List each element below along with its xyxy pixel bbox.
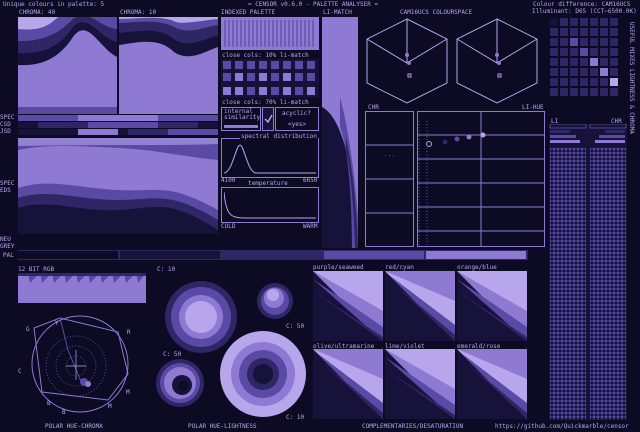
- unique-colours-label: Unique colours in palette: 5: [3, 1, 105, 8]
- warm-label: WARM: [303, 223, 318, 230]
- pal-swatch-4: [324, 251, 424, 259]
- jsd-label: JSD: [0, 128, 11, 135]
- chr-li-hue-plot: [365, 111, 545, 247]
- li-match-plot: [322, 17, 358, 248]
- polar-letter-m2: M: [108, 403, 112, 410]
- check-icon: [262, 107, 274, 131]
- polar-letter-r: R: [127, 329, 131, 336]
- pal-swatch-5: [426, 251, 526, 259]
- colourspace-cubes: [366, 18, 538, 104]
- illuminant-label: Illuminant: D65 (CCT~6500.0K): [532, 8, 637, 15]
- temperature-label: temperature: [248, 180, 288, 187]
- cold-label: COLD: [221, 223, 236, 230]
- eds-label: EDS: [0, 187, 11, 194]
- comp-label-3: orange/blue: [457, 264, 497, 271]
- close-cols-70-strip: [221, 84, 319, 98]
- cycle-answer: <yes>: [288, 121, 307, 128]
- disc-c50-b: [156, 359, 204, 407]
- disc-c50-a: [257, 283, 293, 319]
- c50-label-b: C: 50: [163, 351, 182, 358]
- temperature-box: [221, 187, 319, 223]
- internal-similarity-label: internal similarity: [224, 108, 261, 121]
- complementaries-label: COMPLEMENTARIES/DESATURATION: [362, 423, 464, 430]
- chroma-10-plot: [119, 17, 218, 114]
- spec-eds-plot: [18, 138, 218, 234]
- li-hue-label: LI-HUE: [522, 104, 544, 111]
- pal-swatch-3: [222, 251, 322, 259]
- chroma-10-label: CHROMA: 10: [120, 9, 157, 16]
- chr-label: CHR: [368, 104, 379, 111]
- polar-hue-lightness-label: POLAR HUE-LIGHTNESS: [188, 423, 257, 430]
- polar-letter-b: B: [47, 400, 51, 407]
- pal-swatch-1: [18, 251, 118, 259]
- grey-label: GREY: [0, 243, 15, 250]
- cycle-question: acyclic?: [282, 110, 311, 117]
- spectral-distribution-box: spectral distribution: [221, 133, 319, 178]
- spec-csd-jsd-strips: [18, 115, 218, 135]
- polar-letter-b2: B: [62, 409, 66, 416]
- disc-c10-b: [220, 331, 306, 417]
- useful-mixes-grid: [549, 17, 627, 117]
- complementaries-grid: [313, 271, 527, 419]
- github-link[interactable]: https://github.com/Quickmarble/censor: [495, 423, 629, 430]
- c50-label-a: C: 50: [286, 323, 305, 330]
- colour-difference-label: Colour difference: CAM16UCS: [533, 1, 631, 8]
- c10-label-a: C: 10: [157, 266, 176, 273]
- polar-letter-g: G: [26, 326, 30, 333]
- right-vertical-label: USEFUL MIXES LIGHTNESS & CHROMA: [628, 22, 635, 134]
- spec2-label: SPEC: [0, 180, 15, 187]
- polar-letter-m: M: [126, 389, 130, 396]
- lightness-chroma-bars: [549, 124, 627, 420]
- polar-hue-chroma-plot: [24, 310, 136, 418]
- indexed-palette-grid: [221, 17, 319, 50]
- close-cols-70-label: close cols: 70% li-match: [222, 99, 309, 106]
- bit-rgb-strip: [18, 273, 146, 303]
- spectral-curve: [224, 144, 316, 174]
- polar-letter-y: Y: [55, 320, 59, 327]
- pal-label: PAL: [3, 252, 14, 259]
- pal-swatch-2: [120, 251, 220, 259]
- spec-max-label: 6650: [303, 177, 318, 184]
- similarity-bar: [224, 125, 258, 128]
- colourspace-label: CAM16UCS COLOURSPACE: [400, 9, 473, 16]
- polar-hue-chroma-label: POLAR HUE-CHROMA: [45, 423, 103, 430]
- comp-label-2: red/cyan: [385, 264, 414, 271]
- csd-label: CSD: [0, 121, 11, 128]
- bit-rgb-label: 12 BIT RGB: [18, 266, 55, 273]
- chroma-40-plot: [18, 17, 117, 114]
- li-match-label: LI-MATCH: [323, 9, 352, 16]
- indexed-palette-label: INDEXED PALETTE: [221, 9, 276, 16]
- comp-label-1: purple/seaweed: [313, 264, 364, 271]
- polar-letter-c: C: [18, 368, 22, 375]
- neu-label: NEU: [0, 236, 11, 243]
- spectral-distribution-label: spectral distribution: [240, 133, 318, 140]
- spec-min-label: 4100: [221, 177, 236, 184]
- chroma-40-label: CHROMA: 40: [19, 9, 56, 16]
- internal-similarity-box: internal similarity: [221, 107, 261, 131]
- close-cols-10-label: close cols: 10% li-match: [222, 52, 309, 59]
- app-title: = CENSOR v0.6.0 - PALETTE ANALYSER =: [248, 1, 379, 8]
- spec-label: SPEC: [0, 114, 15, 121]
- temperature-curve: [224, 191, 316, 219]
- cycle-box: acyclic? <yes>: [275, 107, 319, 131]
